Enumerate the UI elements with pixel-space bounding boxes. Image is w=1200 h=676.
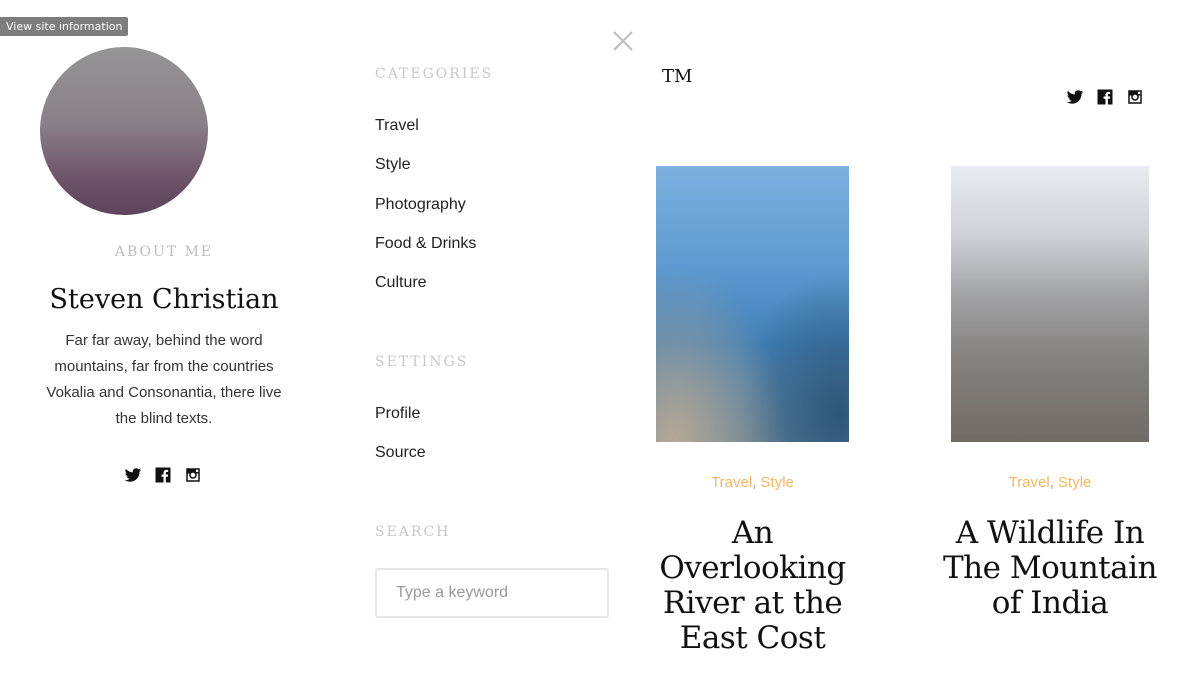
instagram-icon[interactable] (184, 466, 202, 484)
search-input[interactable] (375, 568, 609, 618)
about-social-links (124, 466, 202, 484)
settings-item-source[interactable]: Source (375, 443, 426, 482)
header-social-links (1066, 88, 1144, 106)
facebook-icon[interactable] (154, 466, 172, 484)
site-logo[interactable]: TM (662, 66, 692, 87)
site-info-tooltip: View site information (0, 17, 129, 36)
avatar (40, 47, 208, 215)
settings-list: Profile Source (375, 404, 426, 483)
post-card: Travel, Style An Overlooking River at th… (656, 166, 849, 656)
post-category-separator: , (752, 474, 761, 491)
category-item-photography[interactable]: Photography (375, 195, 476, 234)
category-item-style[interactable]: Style (375, 155, 476, 194)
categories-heading: CATEGORIES (375, 66, 494, 82)
close-icon[interactable] (612, 30, 634, 52)
post-title[interactable]: An Overlooking River at the East Cost (646, 516, 859, 656)
author-name: Steven Christian (49, 284, 279, 315)
post-category-link[interactable]: Travel (1009, 474, 1050, 491)
post-category-link[interactable]: Travel (711, 474, 752, 491)
search-heading: SEARCH (375, 524, 451, 540)
twitter-icon[interactable] (1066, 88, 1084, 106)
post-categories: Travel, Style (951, 474, 1149, 491)
post-category-link[interactable]: Style (761, 474, 794, 491)
facebook-icon[interactable] (1096, 88, 1114, 106)
about-heading: ABOUT ME (114, 244, 214, 260)
settings-item-profile[interactable]: Profile (375, 404, 426, 443)
instagram-icon[interactable] (1126, 88, 1144, 106)
category-item-food-drinks[interactable]: Food & Drinks (375, 234, 476, 273)
post-categories: Travel, Style (656, 474, 849, 491)
post-category-separator: , (1049, 474, 1059, 491)
post-title[interactable]: A Wildlife In The Mountain of India (941, 516, 1159, 621)
post-card: Travel, Style A Wildlife In The Mountain… (943, 166, 1158, 621)
settings-heading: SETTINGS (375, 354, 469, 370)
post-image[interactable] (951, 166, 1149, 442)
post-image[interactable] (656, 166, 849, 442)
twitter-icon[interactable] (124, 466, 142, 484)
categories-list: Travel Style Photography Food & Drinks C… (375, 116, 476, 312)
category-item-travel[interactable]: Travel (375, 116, 476, 155)
category-item-culture[interactable]: Culture (375, 273, 476, 312)
post-category-link[interactable]: Style (1058, 474, 1091, 491)
author-bio: Far far away, behind the word mountains,… (46, 332, 282, 427)
